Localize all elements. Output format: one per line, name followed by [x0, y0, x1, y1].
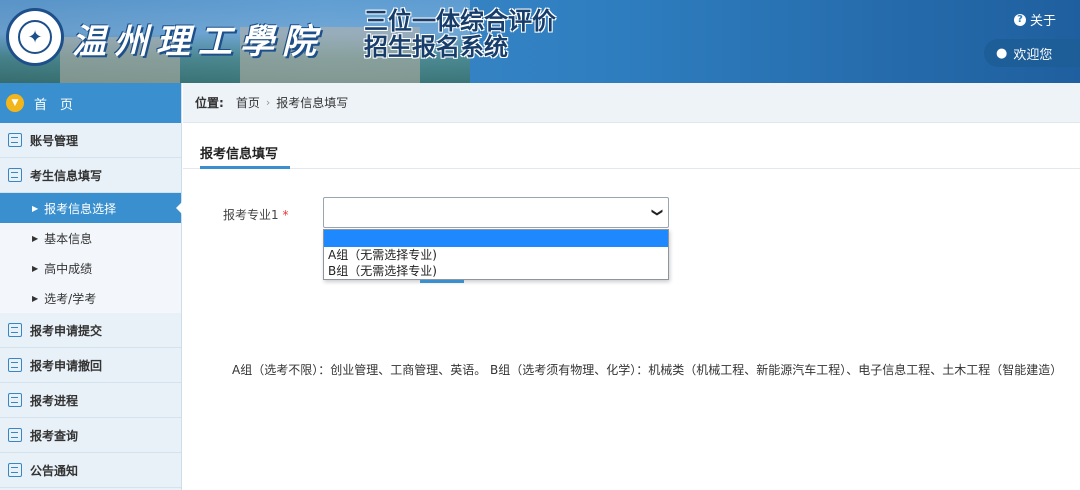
sidebar: ▼ 首 页 账号管理 考生信息填写 ▶ 报考信息选择 ▶ 基本信息 ▶ 高中成绩…	[0, 83, 182, 490]
sidebar-item-account[interactable]: 账号管理	[0, 123, 181, 158]
sidebar-item-label: 报考进程	[30, 393, 79, 408]
major-1-label-text: 报考专业1	[223, 208, 279, 222]
welcome-label: 欢迎您	[1013, 47, 1053, 63]
sidebar-item-query[interactable]: 报考查询	[0, 418, 181, 453]
system-title: 三位一体综合评价 招生报名系统	[364, 8, 556, 60]
about-link[interactable]: ? 关于	[1014, 10, 1056, 29]
sidebar-home-label: 首 页	[34, 97, 74, 113]
major-1-label: 报考专业1 *	[223, 206, 288, 223]
system-title-line2: 招生报名系统	[364, 33, 508, 61]
sidebar-sub-label: 高中成绩	[44, 261, 93, 276]
partially-hidden-button[interactable]	[420, 280, 464, 283]
welcome-badge[interactable]: ● 欢迎您	[984, 39, 1080, 67]
sidebar-item-label: 公告通知	[30, 463, 79, 478]
breadcrumb-home-link[interactable]: 首页	[236, 94, 260, 111]
dropdown-option-empty[interactable]	[324, 230, 668, 247]
calendar-icon	[8, 323, 22, 337]
triangle-right-icon: ▶	[32, 293, 39, 303]
system-title-line1: 三位一体综合评价	[364, 7, 556, 35]
required-mark: *	[282, 208, 289, 222]
calendar-icon	[8, 358, 22, 372]
chevron-down-icon: ❯	[650, 207, 664, 218]
sidebar-sub-item-application-choice[interactable]: ▶ 报考信息选择	[0, 193, 182, 223]
logo-emblem-icon: ✦	[18, 20, 52, 54]
sidebar-item-label: 报考查询	[30, 428, 79, 443]
sidebar-item-submit-application[interactable]: 报考申请提交	[0, 313, 181, 348]
sidebar-sub-item-basic-info[interactable]: ▶ 基本信息	[0, 223, 181, 253]
edit-icon	[8, 168, 22, 182]
calendar-icon	[8, 428, 22, 442]
dropdown-option-b-group[interactable]: B组（无需选择专业)	[324, 263, 668, 279]
sidebar-item-announcements[interactable]: 公告通知	[0, 453, 181, 488]
sidebar-item-candidate-info[interactable]: 考生信息填写	[0, 158, 181, 193]
section-active-underline	[200, 166, 290, 169]
user-icon: ●	[996, 45, 1008, 61]
sidebar-item-withdraw-application[interactable]: 报考申请撤回	[0, 348, 181, 383]
about-label: 关于	[1030, 14, 1057, 29]
list-icon	[8, 133, 22, 147]
triangle-right-icon: ▶	[32, 263, 39, 273]
calendar-icon	[8, 393, 22, 407]
help-icon: ?	[1014, 13, 1026, 26]
school-name: 温州理工學院	[72, 22, 324, 62]
sidebar-sub-label: 基本信息	[44, 231, 93, 246]
chevron-right-icon: ›	[265, 96, 271, 109]
sidebar-sub-label: 报考信息选择	[44, 201, 117, 216]
home-dot-icon: ▼	[6, 94, 24, 112]
sidebar-sub-item-high-school-grades[interactable]: ▶ 高中成绩	[0, 253, 181, 283]
page-header: ✦ 温州理工學院 三位一体综合评价 招生报名系统 ? 关于 ● 欢迎您	[0, 0, 1080, 83]
sidebar-item-label: 考生信息填写	[30, 168, 103, 183]
sidebar-item-label: 报考申请提交	[30, 323, 103, 338]
school-logo: ✦	[6, 8, 64, 66]
section-title: 报考信息填写	[200, 147, 279, 162]
sidebar-item-label: 报考申请撤回	[30, 358, 103, 373]
sidebar-item-home[interactable]: ▼ 首 页	[0, 83, 181, 123]
message-icon	[8, 463, 22, 477]
dropdown-option-a-group[interactable]: A组（无需选择专业)	[324, 247, 668, 263]
breadcrumb: 位置: 首页 › 报考信息填写	[183, 83, 1080, 123]
breadcrumb-current: 报考信息填写	[276, 96, 349, 110]
triangle-right-icon: ▶	[32, 233, 39, 243]
sidebar-item-label: 账号管理	[30, 133, 79, 148]
group-description-note: A组（选考不限）：创业管理、工商管理、英语。 B组（选考须有物理、化学）：机械类…	[232, 363, 1063, 377]
major-1-select[interactable]: ❯	[323, 197, 669, 228]
sidebar-sub-item-elective-exams[interactable]: ▶ 选考/学考	[0, 283, 181, 313]
section-divider	[183, 168, 1080, 169]
major-1-dropdown-list: A组（无需选择专业) B组（无需选择专业)	[323, 229, 669, 280]
breadcrumb-prefix: 位置:	[195, 96, 224, 110]
sidebar-sub-label: 选考/学考	[44, 291, 97, 306]
triangle-right-icon: ▶	[32, 203, 39, 213]
sidebar-item-progress[interactable]: 报考进程	[0, 383, 181, 418]
